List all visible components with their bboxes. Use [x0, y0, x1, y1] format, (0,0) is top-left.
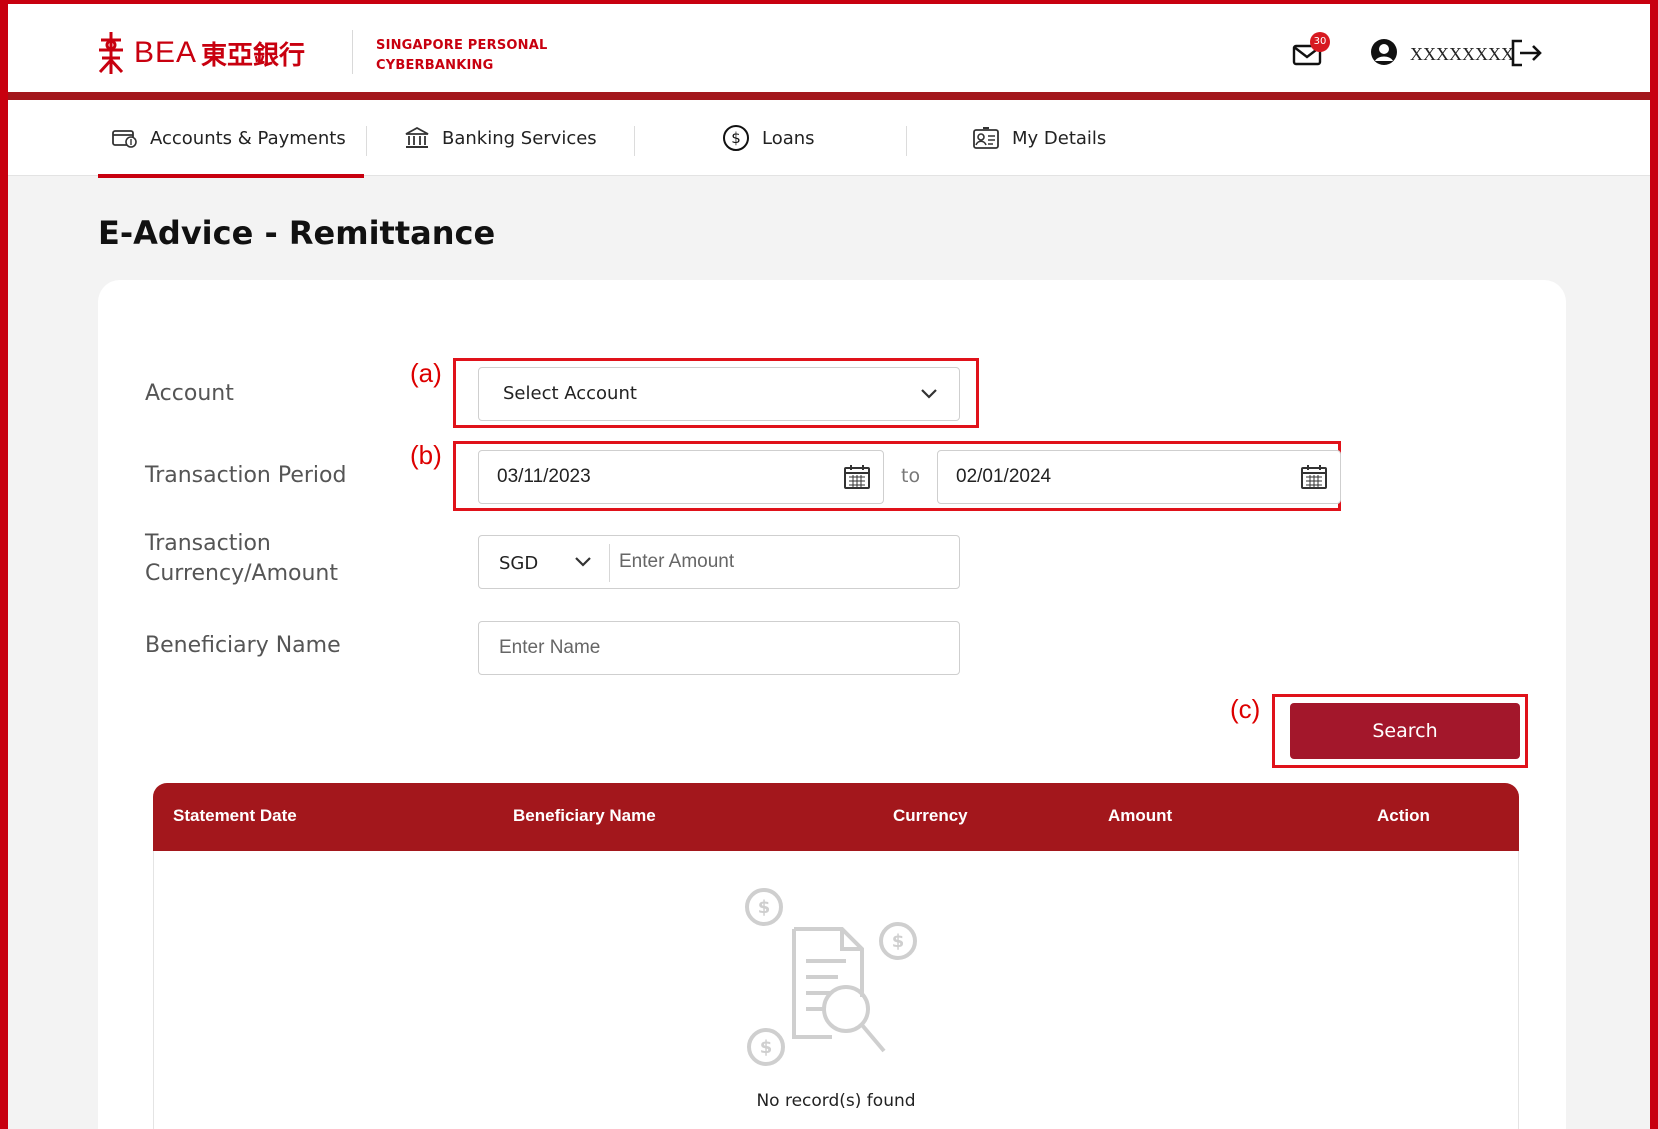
- annotation-c: (c): [1230, 694, 1261, 724]
- results-table-header: Statement Date Beneficiary Name Currency…: [153, 783, 1519, 851]
- chevron-down-icon: [575, 557, 591, 567]
- currency-amount-label-line1: Transaction: [145, 531, 271, 556]
- logout-icon[interactable]: [1510, 38, 1544, 68]
- annotation-a: (a): [410, 358, 442, 388]
- account-select-value: Select Account: [503, 383, 637, 404]
- svg-text:$: $: [758, 897, 771, 918]
- nav-item-loans[interactable]: $ Loans: [722, 100, 815, 176]
- currency-amount-label: Transaction Currency/Amount: [145, 529, 338, 589]
- nav-divider: [366, 126, 367, 156]
- currency-amount-label-line2: Currency/Amount: [145, 561, 338, 586]
- transaction-period-label: Transaction Period: [145, 463, 347, 488]
- date-from-value: 03/11/2023: [497, 466, 591, 487]
- app-frame: BEA 東亞銀行 SINGAPORE PERSONAL CYBERBANKING…: [8, 4, 1650, 1129]
- date-from-field[interactable]: 03/11/2023: [478, 450, 884, 504]
- nav-item-accounts-payments[interactable]: Accounts & Payments: [112, 100, 346, 176]
- no-records-search-icon: $ $ $: [745, 888, 917, 1066]
- column-header[interactable]: Statement Date: [173, 806, 297, 826]
- beneficiary-name-label: Beneficiary Name: [145, 633, 341, 658]
- brand-name: BEA: [134, 36, 198, 69]
- date-to-value: 02/01/2024: [956, 466, 1052, 487]
- date-to-field[interactable]: 02/01/2024: [937, 450, 1341, 504]
- period-to-label: to: [901, 465, 921, 487]
- calendar-icon[interactable]: [843, 464, 871, 490]
- nav-item-banking-services[interactable]: Banking Services: [404, 100, 597, 176]
- nav-divider: [906, 126, 907, 156]
- currency-select[interactable]: SGD: [479, 536, 609, 588]
- bea-logo-icon: [98, 32, 124, 74]
- brand-name-cjk: 東亞銀行: [201, 40, 306, 71]
- user-icon[interactable]: [1370, 38, 1398, 66]
- currency-select-value: SGD: [499, 553, 539, 574]
- amount-input[interactable]: [619, 542, 949, 582]
- chevron-down-icon: [921, 389, 937, 399]
- beneficiary-name-field: [478, 621, 960, 675]
- main-nav: Accounts & Payments Banking Services $ L…: [8, 100, 1650, 176]
- currency-amount-field: SGD: [478, 535, 960, 589]
- empty-state-text: No record(s) found: [756, 1091, 916, 1111]
- account-label: Account: [145, 381, 234, 406]
- mail-count-badge: 30: [1310, 32, 1330, 52]
- calendar-icon[interactable]: [1300, 464, 1328, 490]
- account-select[interactable]: Select Account: [478, 367, 960, 421]
- logo-divider: [352, 30, 353, 74]
- id-card-icon: [973, 127, 999, 149]
- annotation-b: (b): [410, 440, 442, 470]
- site-subtitle: SINGAPORE PERSONAL CYBERBANKING: [376, 36, 547, 76]
- site-subtitle-line1: SINGAPORE PERSONAL: [376, 38, 548, 53]
- bank-icon: [405, 126, 429, 148]
- column-header[interactable]: Currency: [893, 806, 968, 826]
- svg-text:$: $: [760, 1037, 773, 1058]
- nav-label: Loans: [762, 127, 815, 149]
- wallet-icon: [112, 130, 137, 148]
- page-title: E-Advice - Remittance: [98, 214, 496, 252]
- nav-divider: [634, 126, 635, 156]
- svg-text:$: $: [731, 129, 741, 147]
- nav-active-indicator: [98, 174, 364, 178]
- beneficiary-name-input[interactable]: [499, 628, 939, 668]
- results-table-body: $ $ $ No record(s) found: [153, 851, 1519, 1129]
- username: XXXXXXXX: [1410, 44, 1514, 64]
- column-header[interactable]: Beneficiary Name: [513, 806, 656, 826]
- svg-text:$: $: [892, 931, 905, 952]
- nav-label: My Details: [1012, 127, 1107, 149]
- column-header[interactable]: Amount: [1108, 806, 1172, 826]
- bank-logo[interactable]: BEA 東亞銀行: [96, 30, 305, 76]
- dollar-icon: $: [723, 125, 749, 151]
- currency-divider: [609, 544, 610, 582]
- search-button[interactable]: Search: [1290, 703, 1520, 759]
- nav-item-my-details[interactable]: My Details: [972, 100, 1106, 176]
- nav-label: Banking Services: [442, 127, 597, 149]
- site-subtitle-line2: CYBERBANKING: [376, 58, 494, 73]
- column-header[interactable]: Action: [1377, 806, 1430, 826]
- nav-label: Accounts & Payments: [150, 127, 346, 149]
- top-header: BEA 東亞銀行 SINGAPORE PERSONAL CYBERBANKING…: [8, 4, 1650, 100]
